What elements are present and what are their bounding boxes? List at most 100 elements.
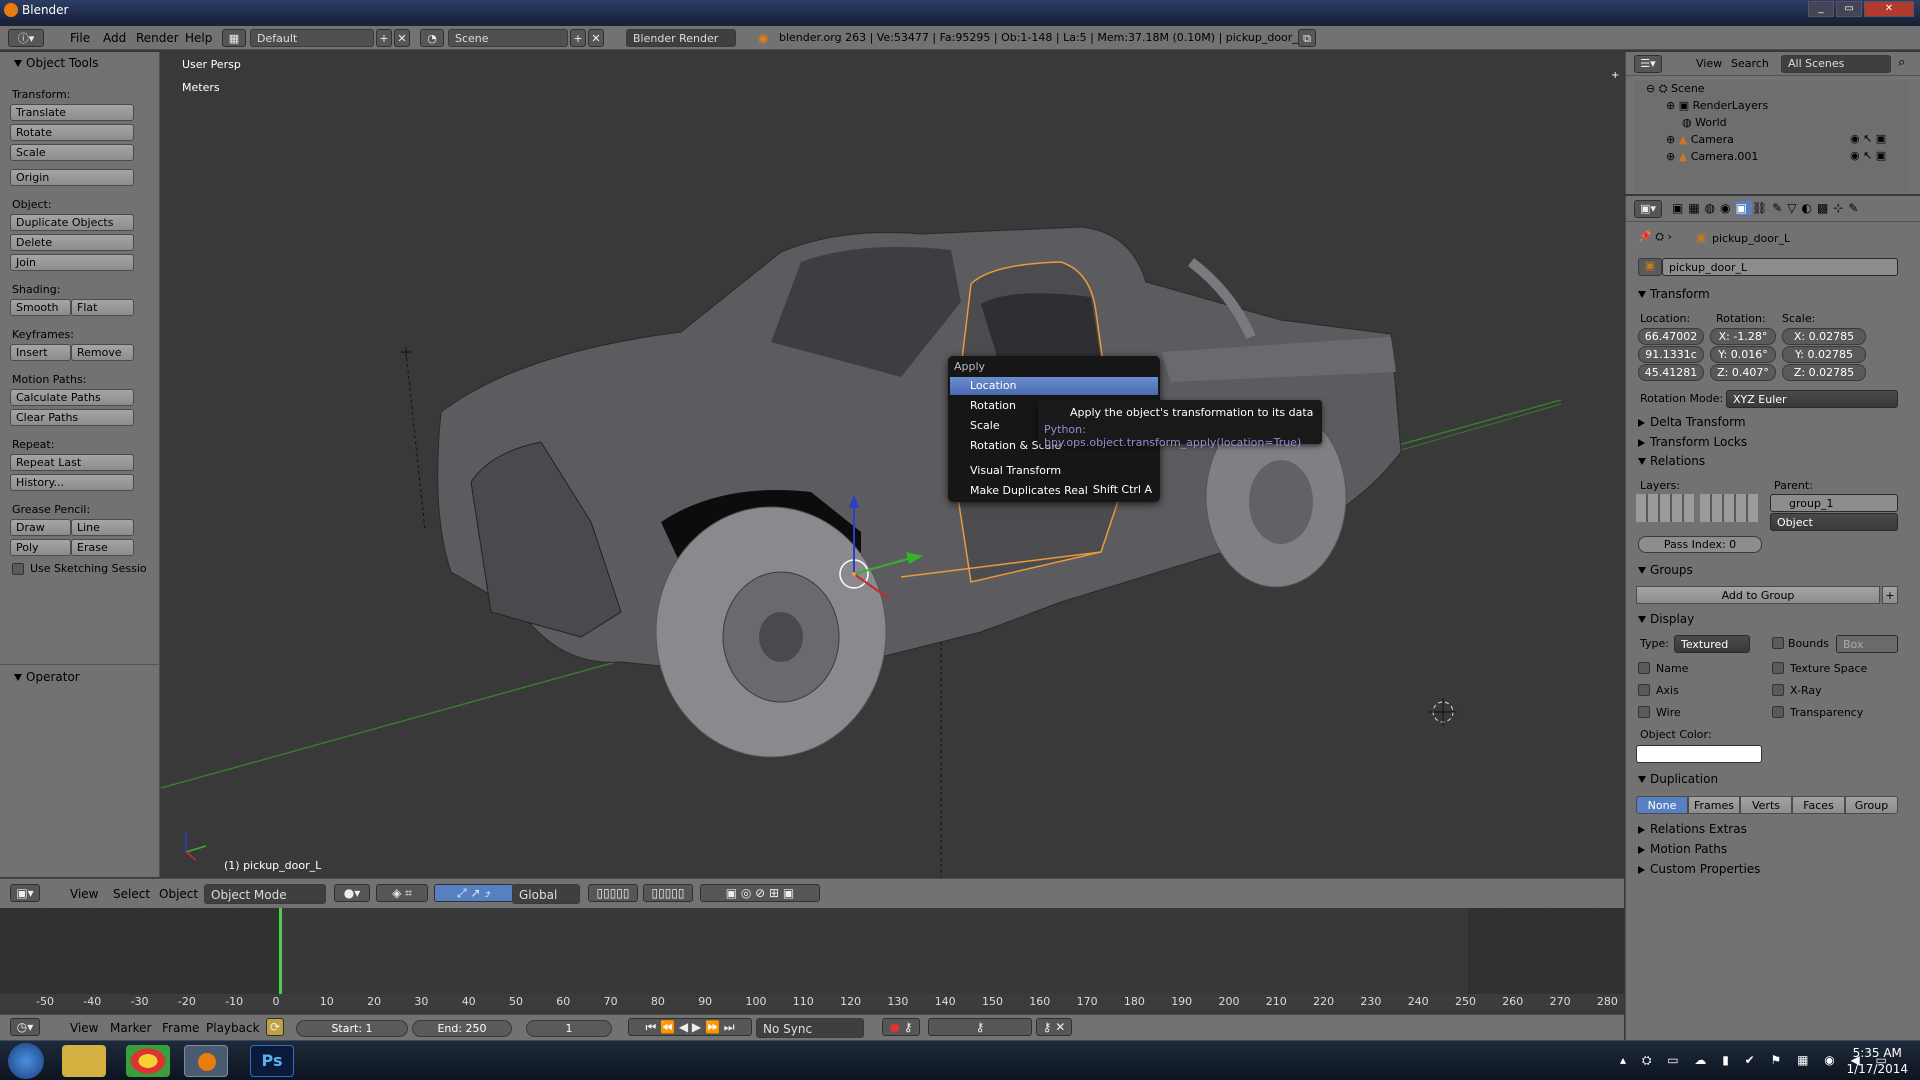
- editor-type-icon[interactable]: ▣▾: [1634, 200, 1662, 218]
- delete-button[interactable]: Delete: [10, 234, 134, 251]
- menu-help[interactable]: Help: [185, 29, 212, 47]
- keying-set-field[interactable]: ⚷: [928, 1018, 1032, 1036]
- timeline[interactable]: -50 -40 -30 -20 -10 0 10 20 30 40 50 60 70 80 90 100 110…: [0, 908, 1624, 1022]
- flat-button[interactable]: Flat: [71, 299, 134, 316]
- menu-render[interactable]: Render: [136, 29, 179, 47]
- name-checkbox[interactable]: [1638, 662, 1650, 674]
- rotation-x-field[interactable]: X: -1.28°: [1710, 328, 1776, 345]
- dup-none-tab[interactable]: None: [1636, 796, 1688, 814]
- snap-tools-icon[interactable]: ▣ ◎ ⊘ ⊞ ▣: [700, 884, 820, 902]
- object-color-swatch[interactable]: [1636, 745, 1762, 763]
- start-frame-field[interactable]: Start: 1: [296, 1020, 408, 1037]
- outliner-row-camera[interactable]: ⊕ ▲ Camera: [1666, 131, 1734, 149]
- groups-panel[interactable]: Groups: [1650, 563, 1693, 577]
- erase-button[interactable]: Erase: [71, 539, 134, 556]
- minimize-button[interactable]: _: [1808, 1, 1834, 17]
- view-expand-icon[interactable]: +: [1611, 70, 1619, 81]
- delta-transform-panel[interactable]: Delta Transform: [1650, 415, 1746, 429]
- photoshop-icon[interactable]: Ps: [250, 1045, 294, 1077]
- parent-field[interactable]: group_1: [1770, 494, 1898, 512]
- remove-keyframe-button[interactable]: Remove: [71, 344, 134, 361]
- transform-locks-panel[interactable]: Transform Locks: [1650, 435, 1747, 449]
- display-panel[interactable]: Display: [1650, 612, 1694, 626]
- close-button[interactable]: ✕: [1864, 1, 1914, 17]
- custom-properties-panel[interactable]: Custom Properties: [1650, 862, 1760, 876]
- layers-grid-left[interactable]: [1636, 494, 1694, 522]
- view-menu[interactable]: View: [70, 884, 98, 904]
- file-explorer-icon[interactable]: [62, 1045, 106, 1077]
- layout-field[interactable]: Default: [250, 29, 374, 47]
- screen-layout-icon[interactable]: ▦: [222, 29, 246, 47]
- outliner-search-menu[interactable]: Search: [1731, 57, 1769, 70]
- maximize-button[interactable]: ▭: [1836, 1, 1862, 17]
- editor-type-icon[interactable]: ☰▾: [1634, 55, 1662, 73]
- dup-faces-tab[interactable]: Faces: [1792, 796, 1845, 814]
- fullscreen-icon[interactable]: ⧉: [1298, 29, 1316, 47]
- texture-space-checkbox[interactable]: [1772, 662, 1784, 674]
- blender-taskbar-icon[interactable]: [184, 1045, 228, 1077]
- record-icon[interactable]: ● ⚷: [882, 1018, 920, 1036]
- rotation-mode-select[interactable]: XYZ Euler: [1726, 390, 1898, 408]
- parent-type-select[interactable]: Object: [1770, 513, 1898, 531]
- dup-group-tab[interactable]: Group: [1845, 796, 1898, 814]
- xray-checkbox[interactable]: [1772, 684, 1784, 696]
- dup-verts-tab[interactable]: Verts: [1740, 796, 1792, 814]
- rotation-y-field[interactable]: Y: 0.016°: [1710, 346, 1776, 363]
- translate-button[interactable]: Translate: [10, 104, 134, 121]
- pin-icon[interactable]: 📌 ⛭ ›: [1638, 230, 1672, 244]
- outliner-row-camera-001[interactable]: ⊕ ▲ Camera.001: [1666, 148, 1758, 166]
- smooth-button[interactable]: Smooth: [10, 299, 71, 316]
- add-group-icon[interactable]: +: [1882, 586, 1898, 604]
- visual-transform-item[interactable]: Visual Transform: [950, 462, 1158, 480]
- relations-extras-panel[interactable]: Relations Extras: [1650, 822, 1747, 836]
- location-z-field[interactable]: 45.41281: [1638, 364, 1704, 381]
- duplicate-objects-button[interactable]: Duplicate Objects: [10, 214, 134, 231]
- scene-icon[interactable]: ◔: [420, 29, 444, 47]
- scale-y-field[interactable]: Y: 0.02785: [1782, 346, 1866, 363]
- apply-location-item[interactable]: Location: [950, 377, 1158, 395]
- join-button[interactable]: Join: [10, 254, 134, 271]
- outliner-row-renderlayers[interactable]: ⊕ ▣ RenderLayers: [1666, 97, 1768, 115]
- display-type-select[interactable]: Textured: [1674, 635, 1750, 653]
- rotation-z-field[interactable]: Z: 0.407°: [1710, 364, 1776, 381]
- view-menu[interactable]: View: [70, 1018, 98, 1038]
- taskbar-clock[interactable]: 5:35 AM 1/17/2014: [1846, 1045, 1908, 1077]
- clear-paths-button[interactable]: Clear Paths: [10, 409, 134, 426]
- frame-menu[interactable]: Frame: [162, 1018, 199, 1038]
- wire-checkbox[interactable]: [1638, 706, 1650, 718]
- repeat-last-button[interactable]: Repeat Last: [10, 454, 134, 471]
- transform-orientation-select[interactable]: Global: [512, 884, 580, 904]
- layers-right-icon[interactable]: ▯▯▯▯▯: [643, 884, 693, 902]
- scale-button[interactable]: Scale: [10, 144, 134, 161]
- editor-type-icon[interactable]: ⓘ▾: [8, 29, 44, 47]
- insert-keyframe-button[interactable]: Insert: [10, 344, 71, 361]
- pivot-icon[interactable]: ◈ ⌗: [376, 884, 428, 902]
- menu-file[interactable]: File: [70, 29, 90, 47]
- sync-select[interactable]: No Sync: [756, 1018, 864, 1038]
- playback-menu[interactable]: Playback: [206, 1018, 260, 1038]
- remove-scene-icon[interactable]: ✕: [588, 29, 604, 47]
- editor-type-icon[interactable]: ◷▾: [10, 1018, 40, 1036]
- 3d-viewport[interactable]: User Persp Meters (1) pickup_door_L +: [161, 52, 1624, 877]
- sketching-checkbox[interactable]: [12, 563, 24, 575]
- current-frame-field[interactable]: 1: [526, 1020, 612, 1037]
- end-frame-field[interactable]: End: 250: [412, 1020, 512, 1037]
- draw-button[interactable]: Draw: [10, 519, 71, 536]
- pass-index-field[interactable]: Pass Index: 0: [1638, 536, 1762, 553]
- duplication-panel[interactable]: Duplication: [1650, 772, 1718, 786]
- render-engine-select[interactable]: Blender Render: [626, 29, 736, 47]
- layers-grid-right[interactable]: [1700, 494, 1758, 522]
- origin-button[interactable]: Origin: [10, 169, 134, 186]
- dup-frames-tab[interactable]: Frames: [1688, 796, 1740, 814]
- scale-x-field[interactable]: X: 0.02785: [1782, 328, 1866, 345]
- outliner-row-world[interactable]: ◍ World: [1682, 114, 1727, 132]
- playback-controls-icon[interactable]: ⏮ ⏪ ◀ ▶ ⏩ ⏭: [628, 1018, 752, 1036]
- outliner-row-scene[interactable]: ⊖ ⛭ Scene: [1646, 80, 1705, 98]
- property-context-tabs[interactable]: ▣▦◍◉▣⛓✎▽◐▩⊹✎: [1672, 201, 1863, 215]
- history-button[interactable]: History...: [10, 474, 134, 491]
- eye-icon[interactable]: ◉ ↖ ▣: [1850, 132, 1886, 145]
- poly-button[interactable]: Poly: [10, 539, 71, 556]
- keyframe-insert-icon[interactable]: ⚷ ✕: [1036, 1018, 1072, 1036]
- menu-add[interactable]: Add: [103, 29, 126, 47]
- transparency-checkbox[interactable]: [1772, 706, 1784, 718]
